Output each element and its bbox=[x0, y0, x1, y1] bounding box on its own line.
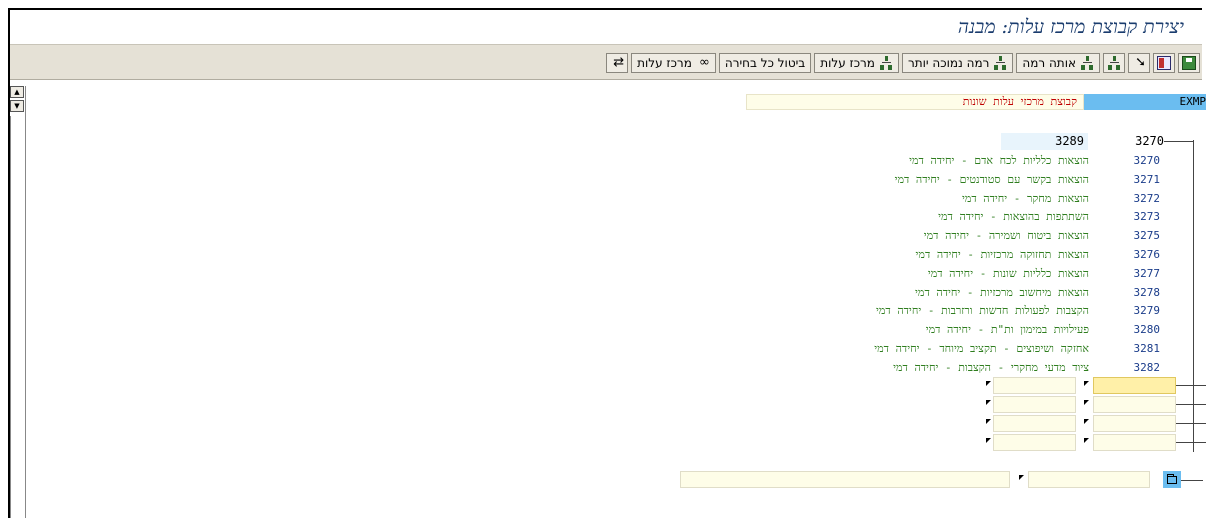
swap-button[interactable]: ⇄ bbox=[606, 53, 629, 73]
cost-center-row[interactable]: הוצאות מחקר - יחידה דמי 3272 bbox=[740, 190, 1160, 208]
tree-branch bbox=[1181, 480, 1203, 481]
cost-center-code[interactable]: 3272 bbox=[1134, 190, 1161, 208]
entry-from-field[interactable] bbox=[993, 415, 1076, 432]
select-arrow-icon: ➘ bbox=[1135, 55, 1146, 70]
cost-center-code[interactable]: 3270 bbox=[1134, 152, 1161, 170]
tree-branch bbox=[1164, 141, 1194, 142]
deselect-all-button[interactable]: ביטול כל בחירה bbox=[718, 53, 812, 73]
cost-center-row[interactable]: ציוד מדעי מחקרי - הקצבות - יחידה דמי 3282 bbox=[740, 359, 1160, 377]
same-level-button[interactable]: אותה רמה bbox=[1016, 53, 1100, 73]
cost-center-description: אחזקה ושיפוצים - תקציב מיוחד - יחידה דמי bbox=[874, 342, 1089, 355]
range-from-field[interactable]: 3289 bbox=[1001, 133, 1088, 150]
tree-branch bbox=[1176, 385, 1206, 386]
button-label: ביטול כל בחירה bbox=[724, 56, 806, 70]
button-label: אותה רמה bbox=[1022, 56, 1076, 70]
scroll-up-button[interactable]: ▲ bbox=[10, 86, 24, 98]
cost-center-description: הוצאות תחזוקה מרכזיות - יחידה דמי bbox=[915, 248, 1089, 261]
entry-to-field[interactable] bbox=[1093, 396, 1176, 413]
cost-center-description: ציוד מדעי מחקרי - הקצבות - יחידה דמי bbox=[893, 360, 1089, 374]
scroll-down-button[interactable]: ▼ bbox=[10, 100, 24, 112]
cost-center-code[interactable]: 3280 bbox=[1134, 321, 1161, 339]
hierarchy-icon bbox=[993, 56, 1008, 70]
entry-from-field[interactable] bbox=[993, 396, 1076, 413]
cost-center-row[interactable]: הוצאות ביטוח ושמירה - יחידה דמי 3275 bbox=[740, 227, 1160, 245]
cost-center-row[interactable]: הוצאות מיחשוב מרכזיות - יחידה דמי 3278 bbox=[740, 284, 1160, 302]
cost-center-description: הוצאות ביטוח ושמירה - יחידה דמי bbox=[923, 229, 1089, 243]
hierarchy-icon bbox=[878, 56, 893, 70]
split-screen-button[interactable] bbox=[1153, 53, 1175, 73]
cost-center-code[interactable]: 3278 bbox=[1134, 284, 1161, 302]
cost-center-code[interactable]: 3275 bbox=[1134, 227, 1161, 245]
cost-center-display-button[interactable]: ∞ מרכז עלות bbox=[631, 53, 716, 73]
cost-center-description: השתתפות בהוצאות - יחידה דמי bbox=[938, 210, 1089, 224]
hierarchy-icon bbox=[1107, 56, 1121, 70]
cost-center-code[interactable]: 3282 bbox=[1134, 359, 1161, 377]
button-label: רמה נמוכה יותר bbox=[907, 56, 990, 70]
button-label: מרכז עלות bbox=[820, 56, 875, 70]
entry-to-field[interactable] bbox=[1093, 377, 1176, 394]
cost-center-description: הקצבות לפעולות חדשות ורזרבות - יחידה דמי bbox=[876, 304, 1089, 318]
title-bar: יצירת קבוצת מרכז עלות: מבנה bbox=[10, 10, 1202, 44]
hierarchy-button[interactable] bbox=[1103, 53, 1125, 73]
range-to-field[interactable]: 3270 bbox=[1092, 133, 1164, 150]
entry-to-field[interactable] bbox=[1093, 415, 1176, 432]
cost-center-row[interactable]: הקצבות לפעולות חדשות ורזרבות - יחידה דמי… bbox=[740, 302, 1160, 320]
hierarchy-icon bbox=[1080, 56, 1094, 70]
page-title: יצירת קבוצת מרכז עלות: מבנה bbox=[957, 16, 1184, 38]
entry-from-field[interactable] bbox=[993, 377, 1076, 394]
cost-center-row[interactable]: השתתפות בהוצאות - יחידה דמי 3273 bbox=[740, 208, 1160, 226]
glasses-icon: ∞ bbox=[699, 55, 710, 70]
cost-center-row[interactable]: אחזקה ושיפוצים - תקציב מיוחד - יחידה דמי… bbox=[740, 340, 1160, 358]
cost-center-description: הוצאות מיחשוב מרכזיות - יחידה דמי bbox=[915, 285, 1089, 299]
new-group-code-field[interactable] bbox=[1028, 471, 1150, 488]
scroll-track[interactable] bbox=[10, 116, 25, 518]
cost-center-code[interactable]: 3276 bbox=[1134, 246, 1161, 264]
cost-center-row[interactable]: הוצאות כלליות שונות - יחידה דמי 3277 bbox=[740, 265, 1160, 283]
vertical-scrollbar[interactable]: ▲ ▼ bbox=[10, 86, 26, 518]
entry-to-field[interactable] bbox=[1093, 434, 1176, 451]
application-toolbar: ➘ אותה רמה רמה נמוכה יותר מרכז עלות ביטו… bbox=[10, 44, 1202, 80]
cost-center-button[interactable]: מרכז עלות bbox=[814, 53, 899, 73]
group-code[interactable]: EXMP bbox=[1084, 94, 1206, 110]
cost-center-row[interactable]: הוצאות תחזוקה מרכזיות - יחידה דמי 3276 bbox=[740, 246, 1160, 264]
cost-center-code[interactable]: 3271 bbox=[1134, 171, 1161, 189]
new-group-button[interactable] bbox=[1163, 471, 1181, 488]
tree-connector bbox=[1193, 140, 1194, 452]
folder-icon bbox=[1167, 473, 1177, 484]
cost-center-description: פעילויות במימון ות"ת - יחידה דמי bbox=[925, 323, 1089, 337]
cost-center-code[interactable]: 3279 bbox=[1134, 302, 1161, 320]
split-screen-icon bbox=[1157, 56, 1171, 70]
tree-branch bbox=[1176, 423, 1206, 424]
button-label: מרכז עלות bbox=[637, 56, 692, 70]
cost-center-description: הוצאות כלליות לכח אדם - יחידה דמי bbox=[909, 154, 1089, 167]
cost-center-description: הוצאות כלליות שונות - יחידה דמי bbox=[927, 266, 1089, 280]
new-group-name-field[interactable] bbox=[680, 471, 1010, 488]
group-name[interactable]: קבוצת מרכזי עלות שונות bbox=[746, 94, 1084, 110]
tree-branch bbox=[1176, 442, 1206, 443]
cost-center-code[interactable]: 3273 bbox=[1134, 208, 1161, 226]
save-button[interactable] bbox=[1178, 53, 1200, 73]
cost-center-description: הוצאות מחקר - יחידה דמי bbox=[961, 191, 1089, 205]
save-icon bbox=[1182, 56, 1196, 70]
cost-center-description: הוצאות בקשר עם סטודנטים - יחידה דמי bbox=[894, 172, 1089, 186]
cost-center-code[interactable]: 3281 bbox=[1134, 340, 1161, 358]
tree-branch bbox=[1176, 404, 1206, 405]
select-button[interactable]: ➘ bbox=[1128, 53, 1150, 73]
cost-center-code[interactable]: 3277 bbox=[1134, 265, 1161, 283]
cost-center-row[interactable]: פעילויות במימון ות"ת - יחידה דמי 3280 bbox=[740, 321, 1160, 339]
cost-center-row[interactable]: הוצאות בקשר עם סטודנטים - יחידה דמי 3271 bbox=[740, 171, 1160, 189]
lower-level-button[interactable]: רמה נמוכה יותר bbox=[901, 53, 1014, 73]
cost-center-row[interactable]: הוצאות כלליות לכח אדם - יחידה דמי 3270 bbox=[740, 152, 1160, 170]
swap-icon: ⇄ bbox=[613, 55, 625, 70]
entry-from-field[interactable] bbox=[993, 434, 1076, 451]
